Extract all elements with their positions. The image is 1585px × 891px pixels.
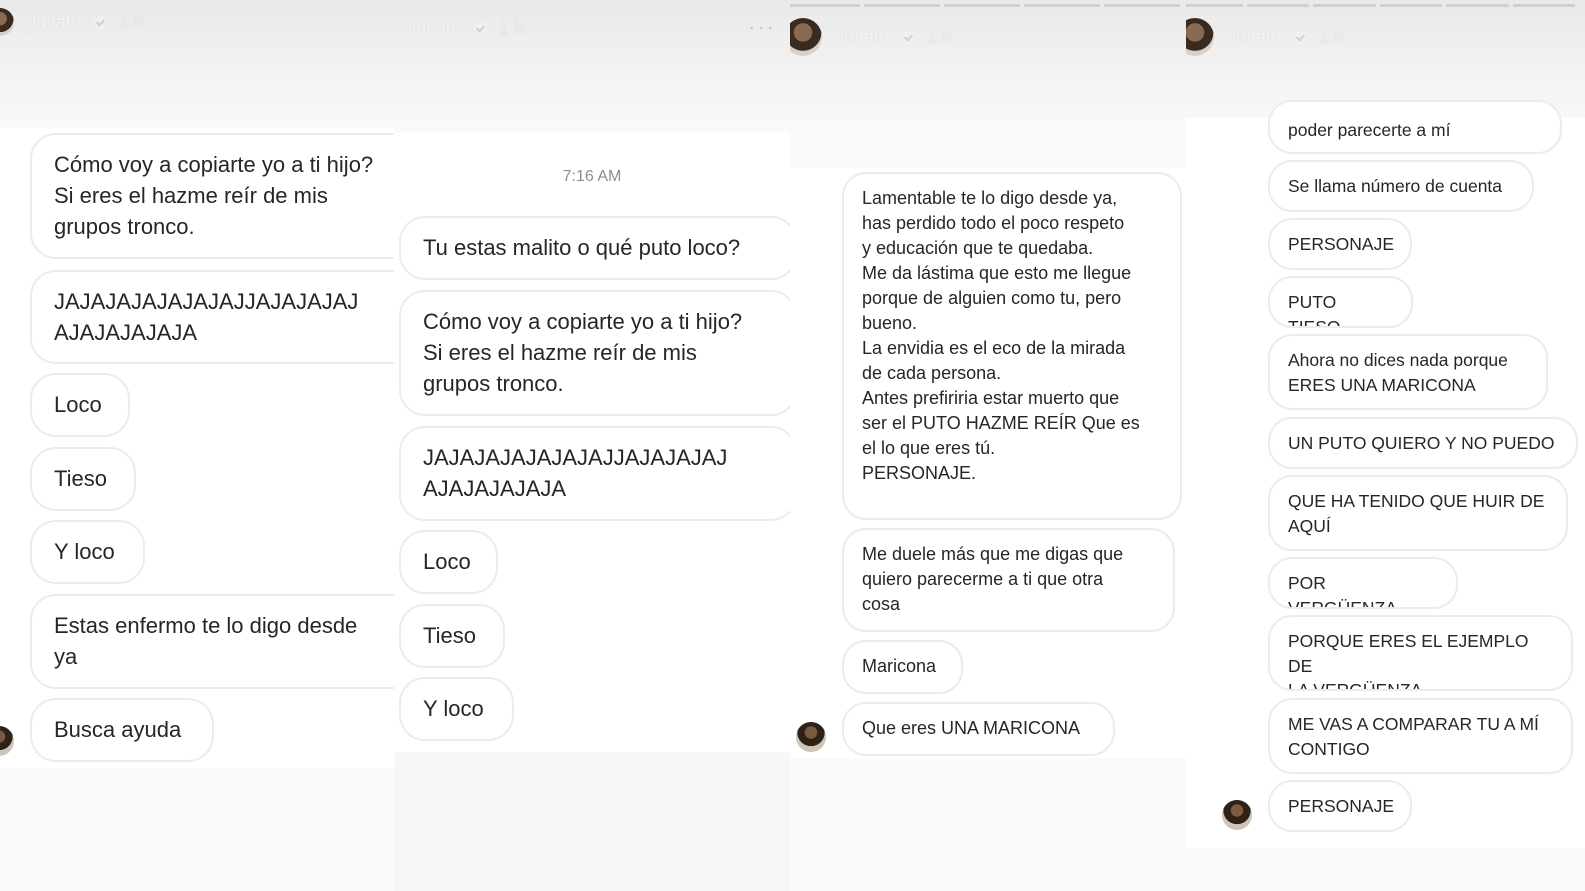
story-progress-bar	[1186, 4, 1575, 7]
username[interactable]: _lucati_	[1222, 27, 1286, 48]
avatar[interactable]	[790, 18, 822, 56]
message-bubble: Estas enfermo te lo digo desde ya	[30, 594, 394, 689]
username[interactable]: _lucati_	[22, 12, 86, 33]
post-time: 1 h	[118, 11, 145, 32]
story-progress-bar	[790, 4, 1180, 7]
message-bubble: PERSONAJE	[1268, 780, 1412, 832]
message-bubble: Lamentable te lo digo desde ya, has perd…	[842, 172, 1182, 520]
username[interactable]: _lucati_	[830, 27, 894, 48]
message-bubble: UN PUTO QUIERO Y NO PUEDO	[1268, 417, 1578, 469]
post-time: 1 h	[926, 26, 953, 47]
sender-avatar	[1222, 800, 1252, 830]
message-bubble: Y loco	[399, 677, 514, 741]
message-bubble: Me duele más que me digas que quiero par…	[842, 528, 1175, 632]
post-time: 1 h	[498, 18, 525, 38]
verified-icon	[473, 22, 487, 35]
message-bubble: ME VAS A COMPARAR TU A MÍ CONTIGO	[1268, 698, 1573, 774]
story-panel-4: _lucati_ 1 h poder parecerte a mí Se lla…	[1186, 0, 1585, 891]
message-bubble: JAJAJAJAJAJAJAJJAJAJAJAJ AJAJAJAJAJA	[399, 426, 790, 521]
story-header: _lucati_ 1 h	[402, 18, 524, 39]
message-bubble: Que eres UNA MARICONA	[842, 702, 1115, 756]
story-panel-2: _lucati_ 1 h ··· 7:16 AM Tu estas malito…	[394, 0, 790, 891]
message-bubble: Cómo voy a copiarte yo a ti hijo? Si ere…	[399, 290, 790, 416]
message-bubble: Cómo voy a copiarte yo a ti hijo? Si ere…	[30, 133, 394, 259]
message-bubble: Ahora no dices nada porque ERES UNA MARI…	[1268, 334, 1548, 410]
message-bubble: Tieso	[399, 604, 505, 668]
story-panel-3: _lucati_ 1 h Lamentable te lo digo desde…	[790, 0, 1186, 891]
story-header: _lucati_ 1 h	[1186, 18, 1344, 56]
message-bubble: PUTO TIESO	[1268, 276, 1413, 328]
message-bubble: Loco	[30, 373, 130, 437]
message-bubble: JAJAJAJAJAJAJAJJAJAJAJAJ AJAJAJAJAJA	[30, 270, 394, 364]
message-bubble: Tieso	[30, 447, 136, 511]
message-bubble: Se llama número de cuenta	[1268, 160, 1534, 212]
message-timestamp: 7:16 AM	[562, 168, 622, 185]
post-time: 1 h	[1318, 26, 1345, 47]
story-panel-1: _lucati_ 1 h Cómo voy a copiarte yo a ti…	[0, 0, 394, 891]
message-bubble: Busca ayuda	[30, 698, 214, 762]
message-bubble: Loco	[399, 530, 498, 594]
avatar[interactable]	[0, 8, 14, 36]
message-bubble: PORQUE ERES EL EJEMPLO DE LA VERGÜENZA	[1268, 615, 1573, 691]
more-options-icon[interactable]: ···	[748, 14, 776, 40]
message-bubble: Y loco	[30, 520, 145, 584]
message-bubble: QUE HA TENIDO QUE HUIR DE AQUÍ	[1268, 475, 1568, 551]
verified-icon	[1293, 30, 1307, 44]
story-header: _lucati_ 1 h	[0, 8, 144, 36]
sender-avatar	[796, 722, 826, 752]
avatar[interactable]	[1186, 18, 1214, 56]
message-bubble: Tu estas malito o qué puto loco?	[399, 216, 790, 280]
message-bubble: Maricona	[842, 640, 963, 694]
verified-icon	[901, 30, 915, 44]
story-header: _lucati_ 1 h	[790, 18, 952, 56]
message-bubble: poder parecerte a mí	[1268, 100, 1562, 154]
message-bubble: PERSONAJE	[1268, 218, 1412, 270]
message-bubble: POR VERGÜENZA	[1268, 557, 1458, 609]
username[interactable]: _lucati_	[402, 18, 466, 39]
verified-icon	[93, 15, 107, 29]
